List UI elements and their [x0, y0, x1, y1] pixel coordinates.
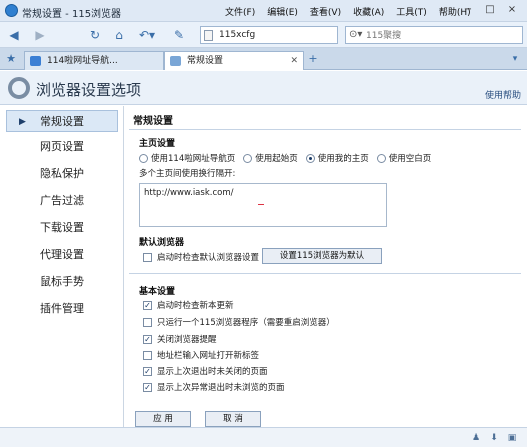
- checkbox-icon: [143, 252, 152, 262]
- new-tab-on-url-checkbox[interactable]: 地址栏输入网址打开新标签: [143, 349, 259, 361]
- sidebar-item-general[interactable]: ▶ 常规设置: [6, 110, 118, 132]
- menu-edit[interactable]: 编辑(E): [267, 5, 298, 18]
- check-update-checkbox[interactable]: ✓ 启动时检查新本更新: [143, 299, 234, 311]
- sidebar-item-mouse-gesture[interactable]: 鼠标手势: [6, 271, 118, 293]
- default-browser-heading: 默认浏览器: [139, 238, 185, 248]
- menu-view[interactable]: 查看(V): [310, 5, 341, 18]
- set-default-button[interactable]: 设置115浏览器为默认: [262, 248, 382, 264]
- radio-blank-page[interactable]: 使用空白页: [376, 152, 431, 164]
- divider: [129, 129, 521, 130]
- help-link[interactable]: 使用帮助: [485, 88, 521, 101]
- download-icon[interactable]: ⬇: [488, 432, 500, 444]
- homepage-hint: 多个主页间使用换行隔开:: [139, 169, 236, 179]
- status-bar: ♟ ⬇ ▣: [0, 427, 527, 447]
- radio-start-page[interactable]: 使用起始页: [243, 152, 298, 164]
- clear-broom-icon[interactable]: ✎: [170, 26, 188, 44]
- title-bar: 常规设置 - 115浏览器 文件(F) 编辑(E) 查看(V) 收藏(A) 工具…: [0, 0, 527, 22]
- sidebar-item-webpage[interactable]: 网页设置: [6, 136, 118, 158]
- menu-bar: 文件(F) 编辑(E) 查看(V) 收藏(A) 工具(T) 帮助(H): [225, 5, 483, 18]
- close-reminder-checkbox[interactable]: ✓ 关闭浏览器提醒: [143, 333, 217, 345]
- gear-icon: [8, 77, 30, 99]
- text-caret: [258, 204, 264, 205]
- browser-logo-icon: [5, 4, 18, 17]
- sidebar-item-plugins[interactable]: 插件管理: [6, 298, 118, 320]
- sidebar-item-proxy[interactable]: 代理设置: [6, 244, 118, 266]
- undo-close-icon[interactable]: ↶▾: [136, 26, 158, 44]
- sidebar-item-privacy[interactable]: 隐私保护: [6, 163, 118, 185]
- monitor-icon[interactable]: ▣: [506, 432, 518, 444]
- tab-settings[interactable]: 常规设置 ✕: [164, 51, 304, 70]
- address-bar[interactable]: 115xcfg: [200, 26, 338, 44]
- divider: [129, 273, 521, 274]
- apply-button[interactable]: 应 用: [135, 411, 191, 427]
- page-title: 浏览器设置选项: [36, 81, 142, 99]
- homepage-options: 使用114啦网址导航页 使用起始页 使用我的主页 使用空白页: [139, 152, 439, 164]
- tab-114-nav[interactable]: 114啦网址导航...: [24, 51, 164, 70]
- restore-crashed-pages-checkbox[interactable]: ✓ 显示上次异常退出时未浏览的页面: [143, 381, 285, 393]
- section-title: 常规设置: [133, 116, 173, 127]
- settings-content: 常规设置 主页设置 使用114啦网址导航页 使用起始页 使用我的主页 使用空白页…: [125, 106, 527, 427]
- search-box[interactable]: ⊙▾: [345, 26, 523, 44]
- address-url: 115xcfg: [219, 30, 256, 40]
- nav-toolbar: ◀ ▶ ↻ ⌂ ↶▾ ✎ 115xcfg ⊙▾: [0, 22, 527, 48]
- check-default-browser[interactable]: 启动时检查默认浏览器设置: [143, 251, 259, 263]
- sidebar-item-download[interactable]: 下载设置: [6, 217, 118, 239]
- basic-heading: 基本设置: [139, 287, 176, 297]
- homepage-heading: 主页设置: [139, 139, 176, 149]
- settings-tab-icon: [170, 56, 181, 66]
- menu-favorites[interactable]: 收藏(A): [353, 5, 384, 18]
- tab-bar: ★ 114啦网址导航... 常规设置 ✕ + ▾: [0, 48, 527, 70]
- settings-sidebar: ▶ 常规设置 网页设置 隐私保护 广告过滤 下载设置 代理设置 鼠标手势 插件管…: [0, 106, 124, 427]
- favorites-star-icon[interactable]: ★: [4, 50, 18, 68]
- selected-arrow-icon: ▶: [19, 117, 26, 127]
- menu-file[interactable]: 文件(F): [225, 5, 255, 18]
- minimize-icon[interactable]: −: [460, 3, 476, 17]
- forward-arrow-icon[interactable]: ▶: [30, 26, 50, 44]
- single-instance-checkbox[interactable]: 只运行一个115浏览器程序（需要重启浏览器）: [143, 316, 335, 328]
- maximize-icon[interactable]: □: [482, 3, 498, 17]
- new-tab-icon[interactable]: +: [306, 50, 320, 68]
- tab-list-icon[interactable]: ▾: [508, 50, 522, 68]
- homepage-textarea[interactable]: http://www.iask.com/: [139, 183, 387, 227]
- radio-my-homepage[interactable]: 使用我的主页: [305, 152, 369, 164]
- back-arrow-icon[interactable]: ◀: [4, 26, 24, 44]
- search-engine-icon[interactable]: ⊙▾: [349, 29, 362, 40]
- refresh-icon[interactable]: ↻: [86, 26, 104, 44]
- sidebar-item-adblock[interactable]: 广告过滤: [6, 190, 118, 212]
- home-icon[interactable]: ⌂: [110, 26, 128, 44]
- close-window-icon[interactable]: ×: [504, 3, 520, 17]
- search-input[interactable]: [366, 29, 516, 42]
- radio-114-nav[interactable]: 使用114啦网址导航页: [139, 152, 235, 164]
- tab-close-icon[interactable]: ✕: [290, 52, 298, 70]
- restore-closed-pages-checkbox[interactable]: ✓ 显示上次退出时未关闭的页面: [143, 365, 268, 377]
- page-icon: [204, 30, 213, 41]
- menu-tools[interactable]: 工具(T): [396, 5, 427, 18]
- user-icon[interactable]: ♟: [470, 432, 482, 444]
- window-title: 常规设置 - 115浏览器: [22, 9, 122, 20]
- cancel-button[interactable]: 取 消: [205, 411, 261, 427]
- settings-header: 浏览器设置选项 使用帮助: [0, 71, 527, 105]
- favicon-icon: [30, 56, 41, 66]
